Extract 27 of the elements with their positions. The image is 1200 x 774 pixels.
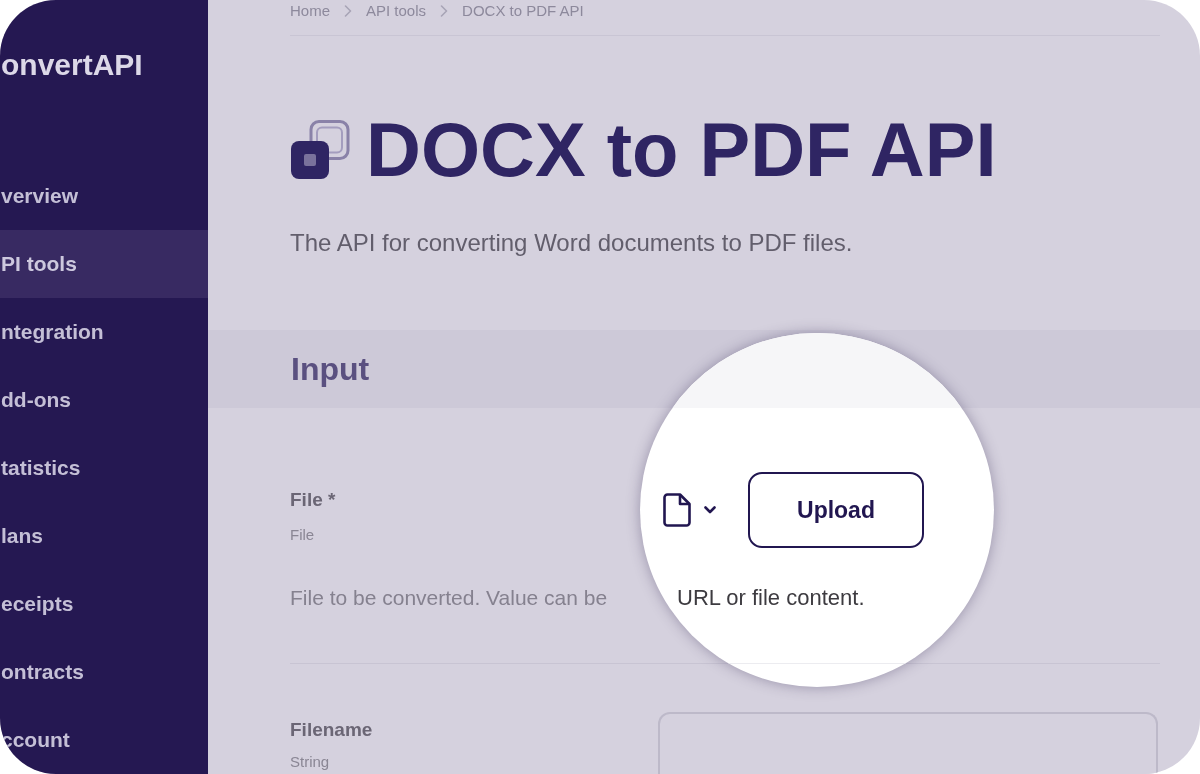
field-description: URL or file content. (677, 584, 865, 612)
overlapping-squares-icon (290, 120, 350, 180)
field-type: String (290, 752, 330, 772)
file-source-dropdown[interactable] (663, 493, 716, 527)
sidebar-item[interactable]: ntegration (0, 298, 208, 366)
chevron-down-icon (704, 506, 716, 514)
sidebar-item[interactable]: ontracts (0, 638, 208, 706)
breadcrumb-current: DOCX to PDF API (462, 1, 584, 21)
field-type: File (290, 525, 315, 545)
input-field[interactable] (658, 712, 1158, 774)
file-icon (663, 493, 691, 527)
upload-button[interactable]: Upload (748, 472, 924, 548)
section-title: Input (291, 350, 370, 389)
field-description: File to be converted. Value can be (290, 585, 608, 611)
brand-name: onvertAPI (1, 47, 143, 83)
sidebar-item[interactable]: tatistics (0, 434, 208, 502)
sidebar-item[interactable]: lans (0, 502, 208, 570)
sidebar-item[interactable]: verview (0, 162, 208, 230)
sidebar-item[interactable]: dd-ons (0, 366, 208, 434)
field-label: File * (290, 488, 336, 512)
page-subtitle: The API for converting Word documents to PDF files. (290, 228, 853, 258)
sidebar-item[interactable]: eceipts (0, 570, 208, 638)
field-label: Filename (290, 718, 373, 742)
chevron-right-icon (344, 5, 352, 17)
chevron-right-icon (440, 5, 449, 17)
sidebar-item[interactable]: PI tools (0, 230, 208, 298)
page-title: DOCX to PDF API (366, 112, 997, 188)
